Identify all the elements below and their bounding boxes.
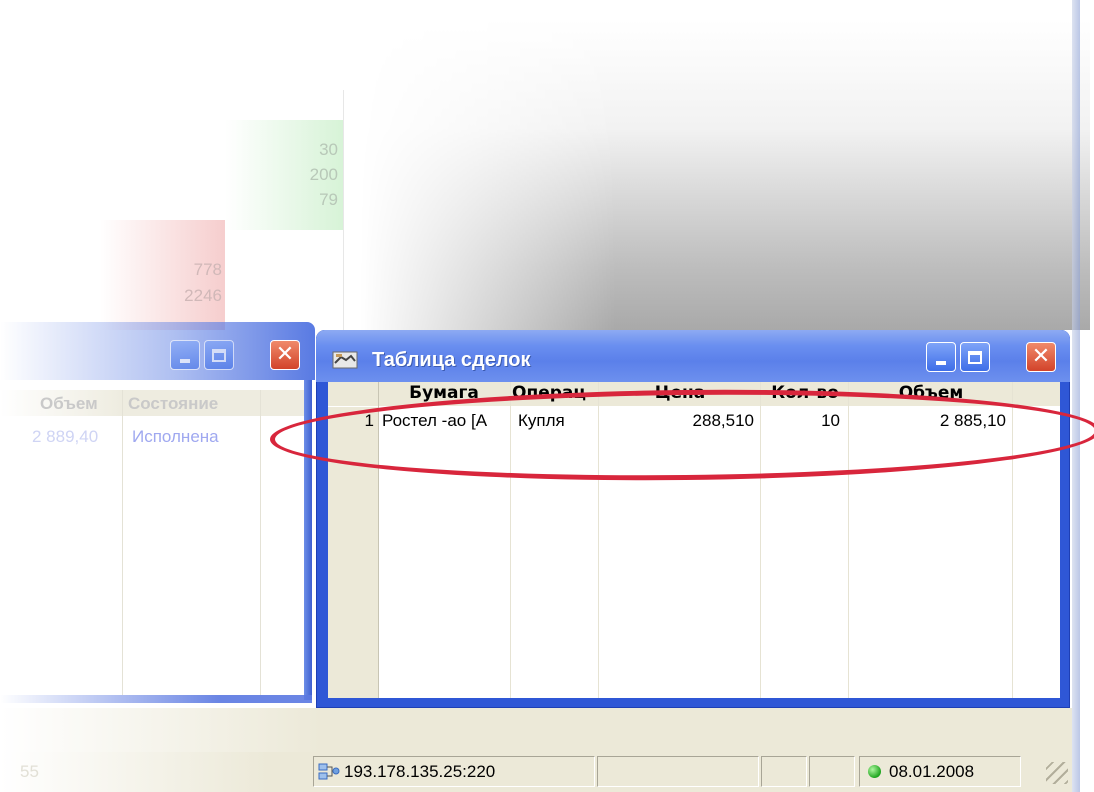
server-address: 193.178.135.25:220 — [344, 761, 496, 781]
statusbar-panel — [761, 756, 807, 787]
statusbar-faded-text: 55 — [20, 762, 39, 781]
close-icon: ✕ — [1031, 344, 1051, 369]
trades-window-title: Таблица сделок — [372, 349, 531, 371]
orders-col-volume[interactable]: Объем — [40, 394, 98, 414]
statusbar-panel — [809, 756, 855, 787]
quotes-panel: 30 200 79 778 2246 — [0, 90, 345, 330]
statusbar: 55 193.178.135.25:220 08.01.2008 — [0, 752, 1072, 792]
desktop-background — [360, 20, 1090, 330]
quote-value: 79 — [319, 190, 338, 209]
column-separator — [260, 390, 261, 695]
green-dot-icon — [868, 765, 881, 778]
resize-grip-icon[interactable] — [1046, 762, 1068, 784]
quote-value: 30 — [319, 140, 338, 159]
orders-cell-status: Исполнена — [132, 427, 219, 446]
orders-close-button[interactable]: ✕ — [270, 340, 300, 370]
orders-window-titlebar[interactable] — [0, 322, 315, 380]
maximize-icon — [968, 350, 982, 364]
workspace-bottom — [0, 708, 1072, 752]
trades-minimize-button[interactable] — [926, 342, 956, 372]
minimize-icon — [180, 359, 190, 363]
column-separator — [122, 390, 123, 695]
quote-value: 2246 — [184, 286, 222, 305]
statusbar-server-panel: 193.178.135.25:220 — [313, 756, 595, 787]
orders-maximize-button[interactable] — [204, 340, 234, 370]
trades-maximize-button[interactable] — [960, 342, 990, 372]
trades-window-titlebar[interactable]: Таблица сделок ✕ — [316, 330, 1070, 382]
close-icon: ✕ — [275, 342, 295, 367]
divider — [343, 90, 344, 330]
statusbar-panel — [597, 756, 759, 787]
maximize-icon — [212, 348, 226, 362]
window-edge — [1072, 0, 1080, 792]
statusbar-date-panel: 08.01.2008 — [859, 756, 1021, 787]
orders-minimize-button[interactable] — [170, 340, 200, 370]
orders-col-status[interactable]: Состояние — [128, 394, 218, 414]
orders-cell-volume: 2 889,40 — [32, 427, 99, 446]
orders-window-frame — [0, 695, 312, 703]
handshake-icon — [332, 351, 358, 369]
trades-window: Таблица сделок ✕ Бумага Операц Цена Кол-… — [316, 330, 1070, 708]
quote-value: 778 — [193, 260, 222, 279]
quote-value: 200 — [309, 165, 338, 184]
network-icon — [318, 763, 340, 779]
trades-close-button[interactable]: ✕ — [1026, 342, 1056, 372]
minimize-icon — [936, 361, 946, 365]
statusbar-date: 08.01.2008 — [889, 761, 975, 781]
